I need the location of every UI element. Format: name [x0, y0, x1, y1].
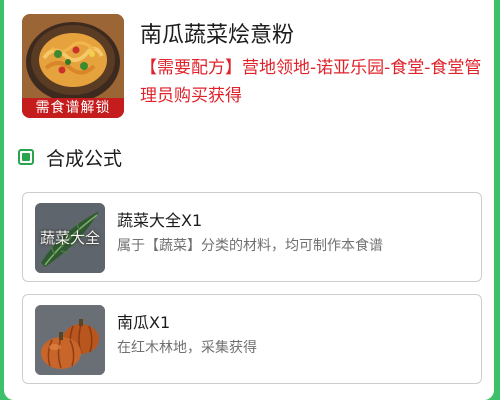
ingredient-card-pumpkin[interactable]: 南瓜X1 在红木林地，采集获得: [22, 294, 482, 384]
recipe-source-text: 【需要配方】营地领地-诺亚乐园-食堂-食堂管理员购买获得: [140, 58, 482, 106]
ingredient-card-vegetables[interactable]: 蔬菜大全 蔬菜大全X1 属于【蔬菜】分类的材料，均可制作本食谱: [22, 192, 482, 282]
section-title: 合成公式: [46, 147, 123, 170]
pumpkin-icon: [35, 305, 105, 375]
ingredient-name: 南瓜X1: [117, 313, 171, 332]
unlock-badge: 需食谱解锁: [22, 98, 124, 118]
ingredient-thumb-label: 蔬菜大全: [39, 229, 100, 247]
recipe-title: 南瓜蔬菜烩意粉: [140, 23, 295, 48]
ingredient-thumb[interactable]: [35, 305, 105, 375]
ingredient-thumb[interactable]: 蔬菜大全: [35, 203, 105, 273]
ingredient-description: 属于【蔬菜】分类的材料，均可制作本食谱: [117, 238, 383, 254]
section-header: 合成公式: [18, 142, 122, 172]
ingredient-name: 蔬菜大全X1: [117, 211, 203, 230]
square-bullet-icon: [18, 149, 34, 165]
recipe-image[interactable]: 需食谱解锁: [22, 14, 124, 118]
ingredient-description: 在红木林地，采集获得: [117, 340, 257, 356]
recipe-panel: 需食谱解锁 南瓜蔬菜烩意粉 【需要配方】营地领地-诺亚乐园-食堂-食堂管理员购买…: [4, 0, 494, 400]
